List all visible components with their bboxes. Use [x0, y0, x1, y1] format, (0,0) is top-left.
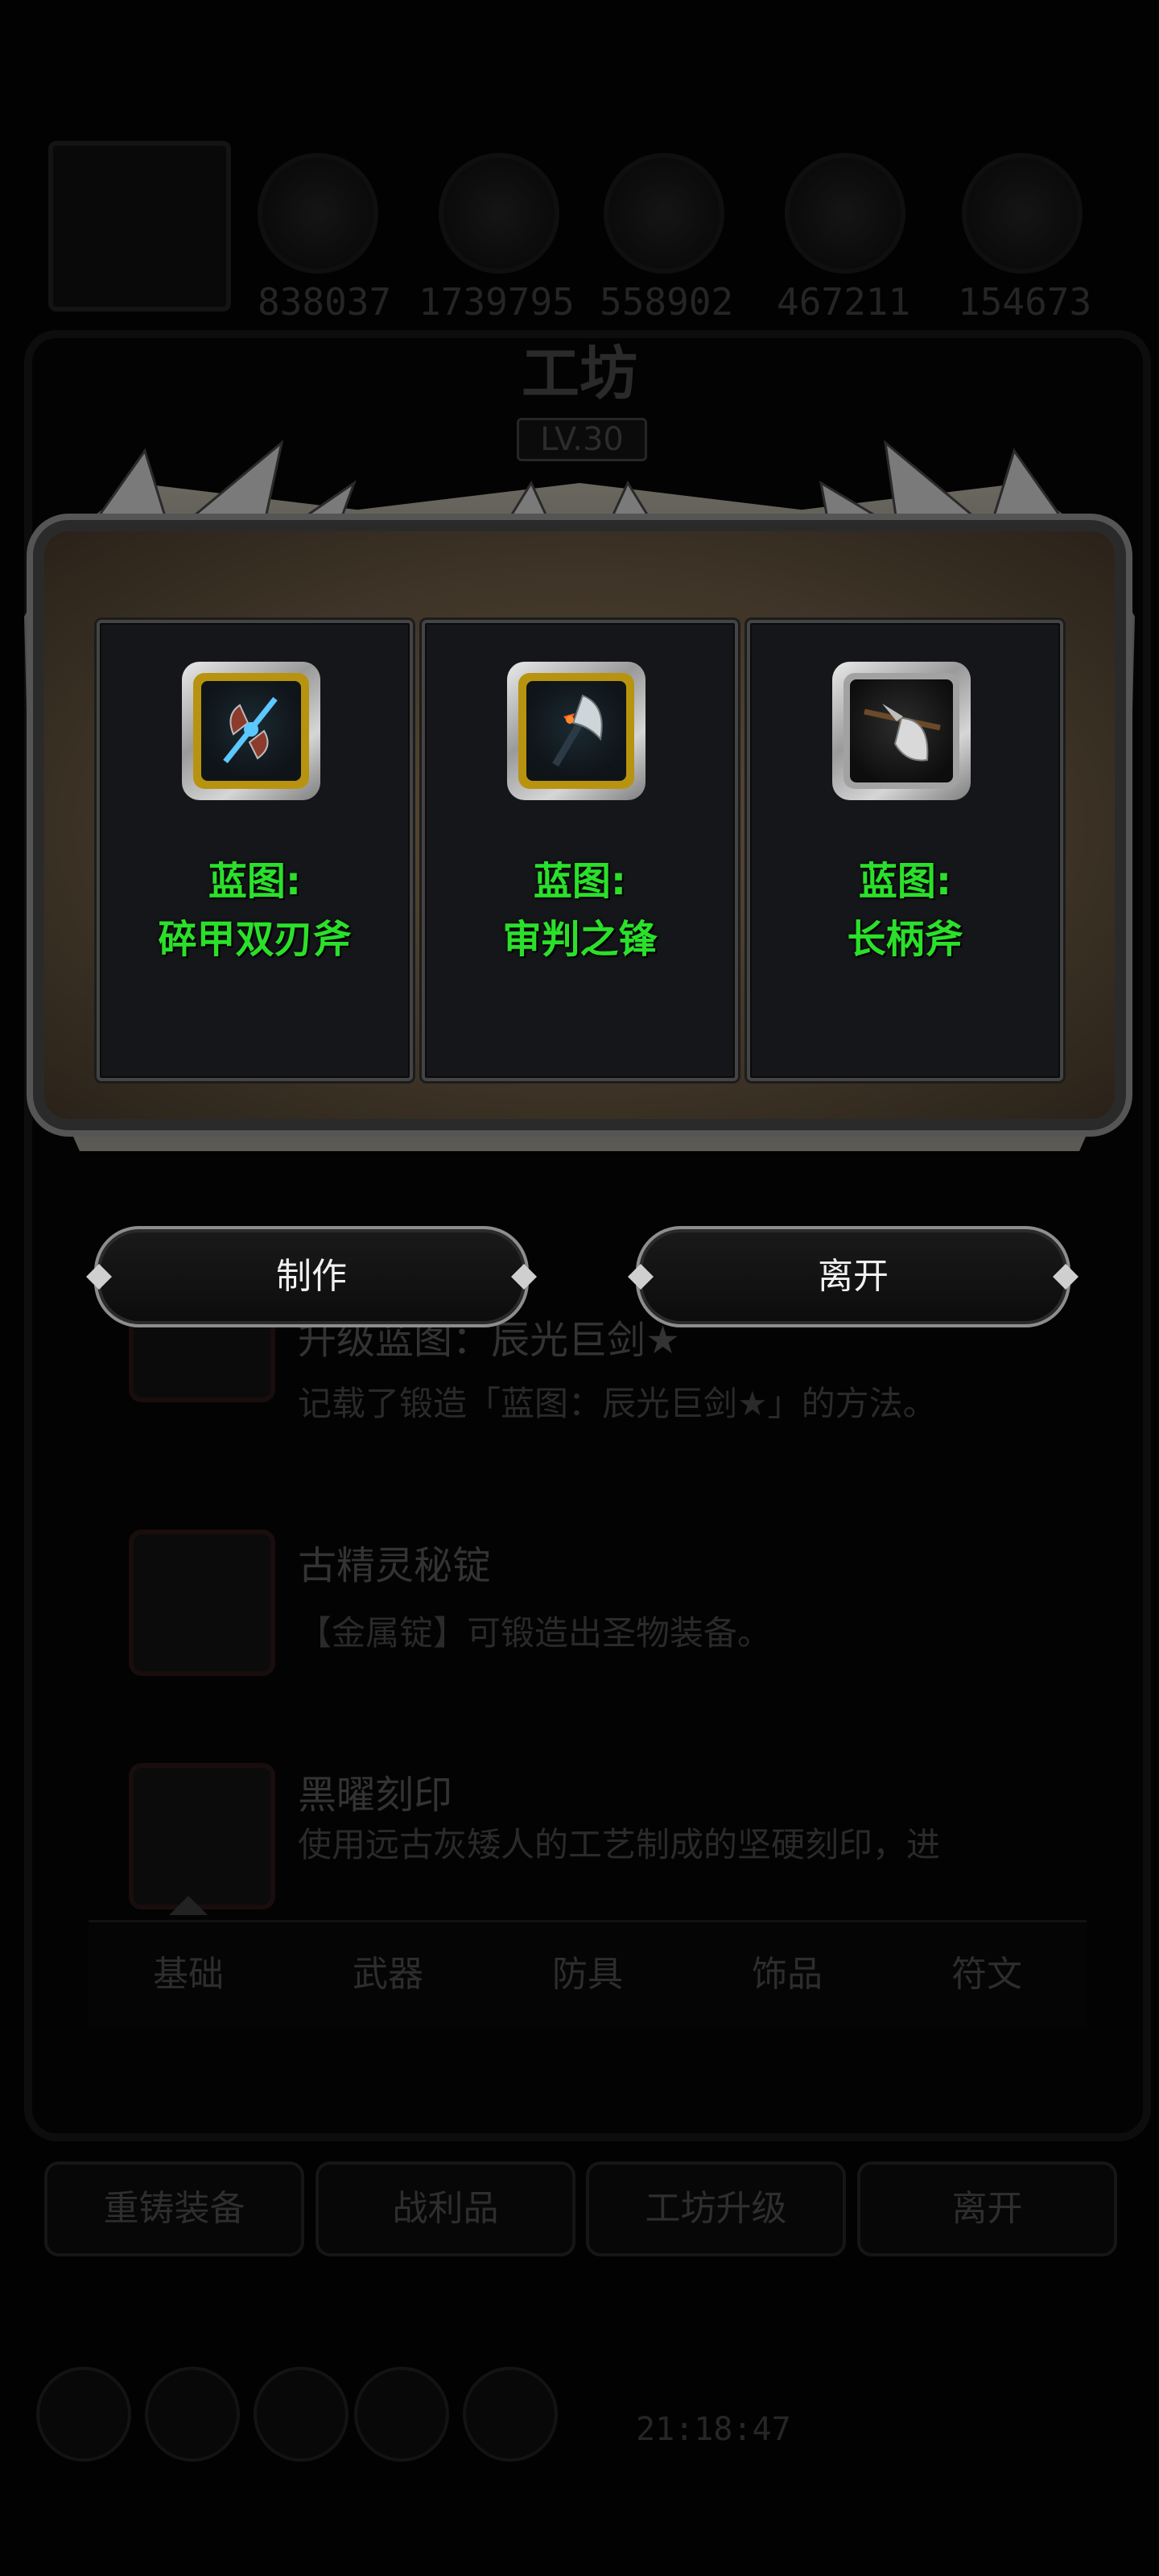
item-desc: 【金属锭】可锻造出圣物装备。 [298, 1613, 772, 1653]
resource-5-icon [962, 153, 1083, 274]
category-tabbar: 基础 武器 防具 饰品 符文 [89, 1920, 1087, 2027]
reforge-button[interactable]: 重铸装备 [44, 2161, 304, 2256]
bg-leave-button[interactable]: 离开 [857, 2161, 1117, 2256]
card-2-label-line1: 蓝图: [533, 859, 627, 904]
item-name: 古精灵秘锭 [298, 1543, 492, 1588]
resource-4-value: 467211 [777, 280, 911, 324]
card-1-label-line1: 蓝图: [208, 859, 302, 904]
card-icon-frame [182, 662, 320, 800]
nav-icon[interactable] [36, 2367, 131, 2462]
resource-1-value: 838037 [258, 280, 392, 324]
loot-button[interactable]: 战利品 [316, 2161, 575, 2256]
resource-3-icon [604, 153, 724, 274]
card-3-label-line1: 蓝图: [858, 859, 952, 904]
resource-1-icon [258, 153, 378, 274]
resource-2-icon [439, 153, 559, 274]
game-clock: 21:18:47 [636, 2411, 791, 2448]
workshop-title: 工坊 [521, 339, 637, 407]
card-1-label-line2: 碎甲双刃斧 [158, 917, 352, 962]
workshop-upgrade-button[interactable]: 工坊升级 [586, 2161, 846, 2256]
tab-basic[interactable]: 基础 [89, 1922, 288, 2027]
card-3-label-line2: 长柄斧 [847, 917, 963, 962]
blueprint-card-3[interactable]: 蓝图: 长柄斧 [747, 620, 1063, 1081]
ingot-icon [129, 1530, 275, 1676]
card-icon-frame [507, 662, 645, 800]
tab-weapons[interactable]: 武器 [288, 1922, 488, 2027]
tab-runes[interactable]: 符文 [887, 1922, 1087, 2027]
resource-2-value: 1739795 [419, 280, 575, 324]
seal-icon [129, 1763, 275, 1909]
tab-armor[interactable]: 防具 [488, 1922, 687, 2027]
blueprint-card-1[interactable]: 蓝图: 碎甲双刃斧 [97, 620, 413, 1081]
resource-5-value: 154673 [958, 280, 1092, 324]
leave-button[interactable]: 离开 [628, 1226, 1079, 1327]
item-name: 黑曜刻印 [298, 1773, 453, 1818]
blueprint-card-2[interactable]: 蓝图: 审判之锋 [422, 620, 738, 1081]
judgment-axe-icon [552, 694, 603, 767]
player-portrait-frame [48, 141, 231, 312]
craft-button[interactable]: 制作 [86, 1226, 537, 1327]
craft-button-label: 制作 [276, 1256, 347, 1297]
tab-accessories[interactable]: 饰品 [687, 1922, 887, 2027]
tab-selected-marker [169, 1896, 208, 1915]
item-desc: 记载了锻造「蓝图：辰光巨剑★」的方法。 [298, 1384, 937, 1423]
halberd-axe-icon [864, 704, 941, 762]
double-blade-axe-icon [223, 696, 278, 764]
nav-icon[interactable] [463, 2367, 558, 2462]
nav-icon[interactable] [254, 2367, 349, 2462]
card-2-label-line2: 审判之锋 [502, 917, 658, 962]
item-desc: 使用远古灰矮人的工艺制成的坚硬刻印，进 [298, 1825, 941, 1864]
leave-button-label: 离开 [818, 1256, 889, 1297]
resource-3-value: 558902 [600, 280, 734, 324]
card-icon-frame [832, 662, 971, 800]
resource-4-icon [785, 153, 905, 274]
nav-icon[interactable] [354, 2367, 449, 2462]
nav-icon[interactable] [145, 2367, 240, 2462]
